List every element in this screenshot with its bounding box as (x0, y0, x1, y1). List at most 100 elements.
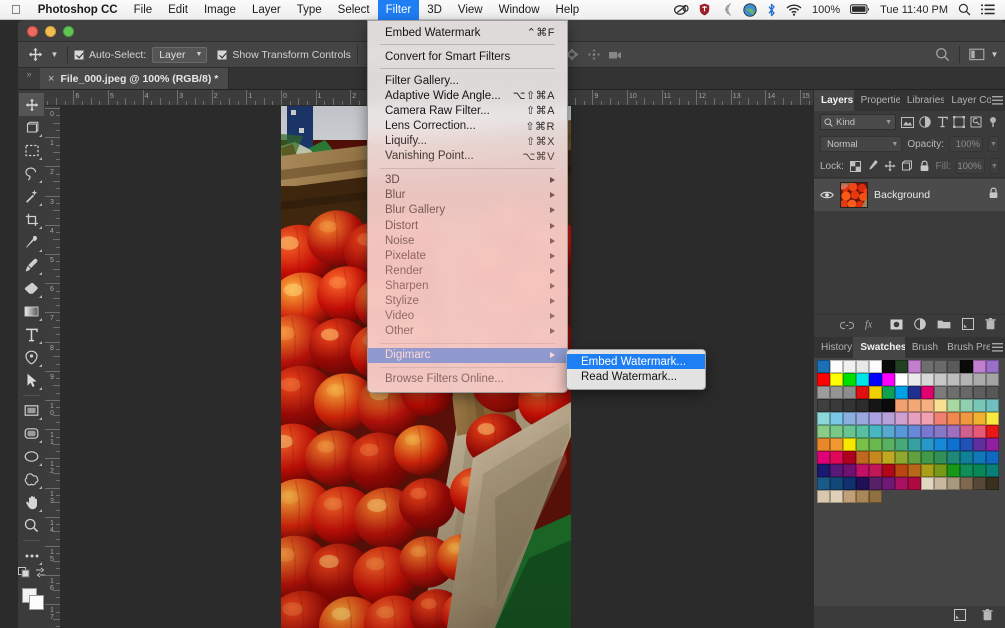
swatch[interactable] (934, 398, 947, 412)
swatch[interactable] (856, 476, 869, 490)
swatch[interactable] (934, 411, 947, 425)
swatch[interactable] (895, 476, 908, 490)
filter-toggle-icon[interactable] (987, 114, 999, 131)
close-window-button[interactable] (27, 26, 38, 37)
trash-icon[interactable] (985, 317, 996, 335)
filter-menu[interactable]: Embed Watermark ⌃⌘F Convert for Smart Filt… (367, 20, 568, 393)
swatch[interactable] (882, 372, 895, 386)
swatch[interactable] (921, 424, 934, 438)
swatch[interactable] (921, 463, 934, 477)
clock-label[interactable]: Tue 11:40 PM (876, 0, 952, 20)
foreground-color-swatch[interactable] (29, 595, 44, 610)
swatch[interactable] (947, 450, 960, 464)
panel-tab-swatches[interactable]: Swatches (853, 336, 905, 358)
menu-bar-item-select[interactable]: Select (330, 0, 378, 20)
delete-swatch-icon[interactable] (982, 608, 993, 626)
filter-menu-item-liquify[interactable]: Liquify... ⇧⌘X (368, 134, 567, 149)
globe-icon[interactable] (739, 2, 761, 17)
vertical-ruler[interactable]: 01234567891 01 11 21 31 41 51 61 7 (45, 106, 61, 628)
swatch[interactable] (908, 437, 921, 451)
link-icon[interactable] (839, 317, 855, 335)
swatch[interactable] (817, 450, 830, 464)
swatch[interactable] (830, 437, 843, 451)
swatch[interactable] (934, 372, 947, 386)
menu-bar-item-image[interactable]: Image (196, 0, 244, 20)
zoom-tool[interactable] (19, 514, 44, 537)
menu-bar-item-view[interactable]: View (450, 0, 491, 20)
swatch[interactable] (843, 424, 856, 438)
swatches-grid[interactable] (814, 357, 1005, 505)
swatch[interactable] (934, 385, 947, 399)
lock-position-icon[interactable] (884, 158, 896, 174)
filter-menu-item-render[interactable]: Render (368, 263, 567, 278)
swatch[interactable] (843, 437, 856, 451)
swatch[interactable] (973, 372, 986, 386)
filter-menu-item-video[interactable]: Video (368, 309, 567, 324)
swatch[interactable] (986, 463, 999, 477)
filter-menu-item-blur[interactable]: Blur (368, 188, 567, 203)
opacity-value[interactable]: 100% (949, 136, 983, 152)
swatch[interactable] (895, 424, 908, 438)
swatch[interactable] (960, 411, 973, 425)
panel-tab-libraries[interactable]: Libraries (900, 90, 945, 111)
swatch[interactable] (843, 476, 856, 490)
swatch[interactable] (882, 411, 895, 425)
menu-bar-item-3d[interactable]: 3D (419, 0, 450, 20)
slide-3d-icon[interactable] (583, 45, 605, 65)
filter-menu-item-camera-raw-filter[interactable]: Camera Raw Filter... ⇧⌘A (368, 103, 567, 118)
swatch[interactable] (921, 372, 934, 386)
swatch[interactable] (986, 411, 999, 425)
swatch[interactable] (869, 437, 882, 451)
wifi-icon[interactable] (782, 3, 806, 16)
swatch[interactable] (830, 463, 843, 477)
swatch[interactable] (830, 411, 843, 425)
type-tool[interactable] (19, 323, 44, 346)
layer-filter-kind-dropdown[interactable]: Kind ▼ (820, 114, 896, 130)
filter-menu-item-browse-filters-online[interactable]: Browse Filters Online... (368, 372, 567, 387)
swatch[interactable] (986, 359, 999, 373)
swatch[interactable] (895, 463, 908, 477)
lock-all-icon[interactable] (918, 158, 930, 174)
swatch[interactable] (934, 450, 947, 464)
swatch[interactable] (856, 437, 869, 451)
menu-bar-item-file[interactable]: File (126, 0, 161, 20)
swatch[interactable] (947, 476, 960, 490)
filter-menu-item-adaptive-wide-angle[interactable]: Adaptive Wide Angle... ⌥⇧⌘A (368, 88, 567, 103)
filter-menu-item-convert-for-smart-filters[interactable]: Convert for Smart Filters (368, 49, 567, 64)
swatch[interactable] (830, 489, 843, 503)
swatch[interactable] (986, 424, 999, 438)
show-transform-controls-checkbox[interactable]: Show Transform Controls (217, 49, 351, 61)
swatch[interactable] (960, 463, 973, 477)
swatch[interactable] (960, 424, 973, 438)
swatch[interactable] (934, 424, 947, 438)
swatch[interactable] (817, 437, 830, 451)
swatch[interactable] (882, 398, 895, 412)
swatch[interactable] (960, 372, 973, 386)
swatch[interactable] (908, 476, 921, 490)
swatch[interactable] (960, 398, 973, 412)
filter-menu-item-vanishing-point[interactable]: Vanishing Point... ⌥⌘V (368, 149, 567, 164)
swatch[interactable] (934, 359, 947, 373)
swatch[interactable] (869, 398, 882, 412)
auto-select-checkbox[interactable]: Auto-Select: (74, 49, 146, 61)
search-icon[interactable] (931, 45, 953, 65)
ellipse-tool[interactable] (19, 445, 44, 468)
swatch[interactable] (817, 398, 830, 412)
menu-bar-item-filter[interactable]: Filter (377, 0, 420, 20)
swatch[interactable] (830, 424, 843, 438)
swatch[interactable] (921, 450, 934, 464)
swatch[interactable] (895, 450, 908, 464)
swatch[interactable] (882, 450, 895, 464)
shield-icon[interactable] (695, 3, 714, 16)
menu-bar-item-window[interactable]: Window (491, 0, 548, 20)
adjustment-icon[interactable] (914, 317, 926, 335)
wave-icon[interactable] (716, 3, 737, 16)
swatch[interactable] (843, 489, 856, 503)
tool-preset-caret-icon[interactable]: ▼ (48, 50, 61, 59)
swatch[interactable] (882, 476, 895, 490)
swatch[interactable] (908, 359, 921, 373)
opacity-caret-icon[interactable]: ▼ (988, 136, 999, 152)
swatch[interactable] (960, 385, 973, 399)
menu-bar-item-photoshop-cc[interactable]: Photoshop CC (30, 0, 126, 20)
swatch[interactable] (895, 372, 908, 386)
